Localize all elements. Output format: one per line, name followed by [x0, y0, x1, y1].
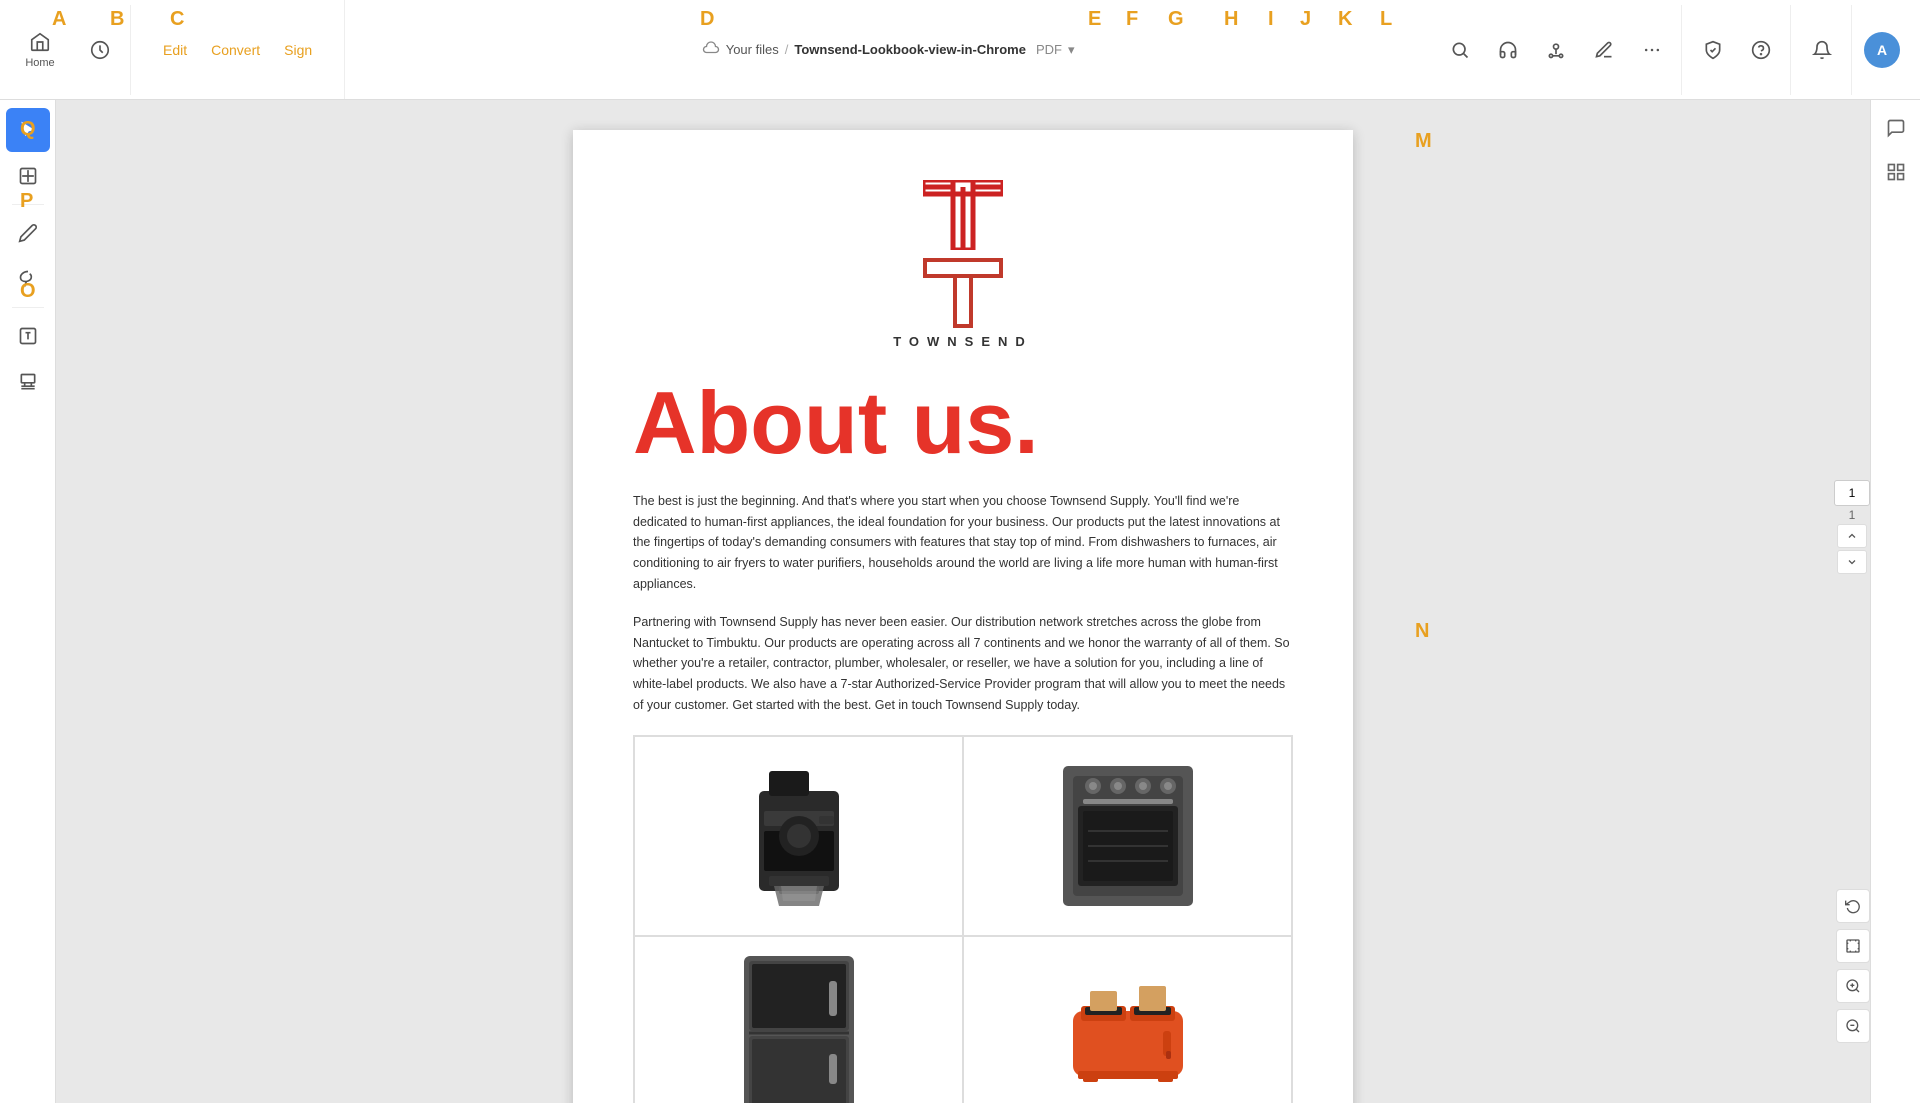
- lasso-icon: [18, 269, 38, 289]
- stamp-tool-button[interactable]: [6, 360, 50, 404]
- avatar-container: A: [1854, 32, 1910, 68]
- cursor-icon: [18, 120, 38, 140]
- about-para-2: Partnering with Townsend Supply has neve…: [633, 612, 1293, 715]
- chevron-up-icon: [1846, 530, 1858, 542]
- search-group: [1431, 5, 1682, 95]
- product-cell-fridge: [634, 936, 963, 1103]
- rotate-button[interactable]: [1836, 889, 1870, 923]
- protect-button[interactable]: [1689, 5, 1737, 95]
- brand-logo: TOWNSEND: [633, 180, 1293, 349]
- text-tool-button[interactable]: [6, 314, 50, 358]
- rotate-icon: [1845, 898, 1861, 914]
- home-label: Home: [25, 57, 54, 69]
- search-icon: [1450, 40, 1470, 60]
- grid-panel-button[interactable]: [1876, 152, 1916, 192]
- comment-panel-button[interactable]: [1876, 108, 1916, 148]
- page-up-button[interactable]: [1837, 524, 1867, 548]
- bottom-right-tools: [1836, 889, 1870, 1043]
- coffee-maker-image: [739, 761, 859, 911]
- home-button[interactable]: Home: [10, 5, 70, 95]
- toolbar-center: Your files / Townsend-Lookbook-view-in-C…: [345, 39, 1431, 60]
- oven-image: [1058, 761, 1198, 911]
- right-panel: [1870, 100, 1920, 1103]
- shield-icon: [1703, 40, 1723, 60]
- bell-group: [1793, 5, 1852, 95]
- more-icon: [1642, 40, 1662, 60]
- page-navigation: 1 1: [1834, 480, 1870, 574]
- grid-icon: [1886, 162, 1906, 182]
- sidebar-divider-1: [12, 204, 44, 205]
- more-button[interactable]: [1628, 5, 1676, 95]
- breadcrumb-filename: Townsend-Lookbook-view-in-Chrome: [794, 42, 1026, 57]
- fridge-image: [734, 956, 864, 1103]
- help-icon: [1751, 40, 1771, 60]
- convert-menu-item[interactable]: Convert: [199, 42, 272, 58]
- pdf-page: TOWNSEND About us. The best is just the …: [573, 130, 1353, 1103]
- breadcrumb-sep: /: [785, 42, 789, 57]
- protect-group: [1684, 5, 1791, 95]
- audio-button[interactable]: [1484, 5, 1532, 95]
- about-para-1: The best is just the beginning. And that…: [633, 491, 1293, 594]
- breadcrumb-chevron-icon[interactable]: ▾: [1068, 42, 1075, 58]
- zoom-in-icon: [1845, 978, 1861, 994]
- sidebar-divider-2: [12, 307, 44, 308]
- product-cell-oven: [963, 736, 1292, 936]
- help-button[interactable]: [1737, 5, 1785, 95]
- comment-icon: [1886, 118, 1906, 138]
- fit-page-button[interactable]: [1836, 929, 1870, 963]
- edit-menu-item[interactable]: Edit: [151, 42, 199, 58]
- about-heading: About us.: [633, 379, 1293, 467]
- bell-icon: [1812, 40, 1832, 60]
- left-sidebar: [0, 100, 56, 1103]
- text-icon: [18, 326, 38, 346]
- recent-button[interactable]: [70, 5, 130, 95]
- pen-icon: [1594, 40, 1614, 60]
- share-button[interactable]: [1532, 5, 1580, 95]
- toolbar-right-section: A: [1431, 5, 1920, 95]
- annotate-tool-button[interactable]: [6, 211, 50, 255]
- brand-name: TOWNSEND: [893, 334, 1033, 349]
- sign-menu-item[interactable]: Sign: [272, 42, 324, 58]
- product-cell-toaster: [963, 936, 1292, 1103]
- edit-menu-area: Edit Convert Sign: [131, 0, 345, 99]
- stamp-icon: [18, 372, 38, 392]
- notification-button[interactable]: [1798, 5, 1846, 95]
- search-button[interactable]: [1436, 5, 1484, 95]
- townsend-logo-icon: [923, 258, 1003, 328]
- zoom-out-icon: [1845, 1018, 1861, 1034]
- fit-page-icon: [1845, 938, 1861, 954]
- product-cell-coffee: [634, 736, 963, 936]
- headphones-icon: [1498, 40, 1518, 60]
- add-tool-button[interactable]: [6, 154, 50, 198]
- toaster-image: [1063, 971, 1193, 1101]
- chevron-down-icon: [1846, 556, 1858, 568]
- breadcrumb-yourfiles[interactable]: Your files: [726, 42, 779, 57]
- recent-icon: [89, 39, 111, 61]
- zoom-in-button[interactable]: [1836, 969, 1870, 1003]
- zoom-out-button[interactable]: [1836, 1009, 1870, 1043]
- page-number-input[interactable]: 1: [1834, 480, 1870, 506]
- top-toolbar: Home Edit Convert Sign Your files / Town…: [0, 0, 1920, 100]
- product-grid: [633, 735, 1293, 1103]
- lasso-tool-button[interactable]: [6, 257, 50, 301]
- user-avatar[interactable]: A: [1864, 32, 1900, 68]
- page-total: 1: [1849, 508, 1856, 522]
- townsend-t-icon: [923, 180, 1003, 250]
- select-tool-button[interactable]: [6, 108, 50, 152]
- share-icon: [1546, 40, 1566, 60]
- home-icon: [29, 31, 51, 53]
- edit-pen-button[interactable]: [1580, 5, 1628, 95]
- toolbar-left-section: Home: [0, 5, 131, 95]
- plus-icon: [18, 166, 38, 186]
- breadcrumb-ext: PDF: [1036, 42, 1062, 57]
- page-down-button[interactable]: [1837, 550, 1867, 574]
- pencil-icon: [18, 223, 38, 243]
- main-content-area: TOWNSEND About us. The best is just the …: [56, 100, 1870, 1103]
- cloud-icon: [702, 39, 720, 60]
